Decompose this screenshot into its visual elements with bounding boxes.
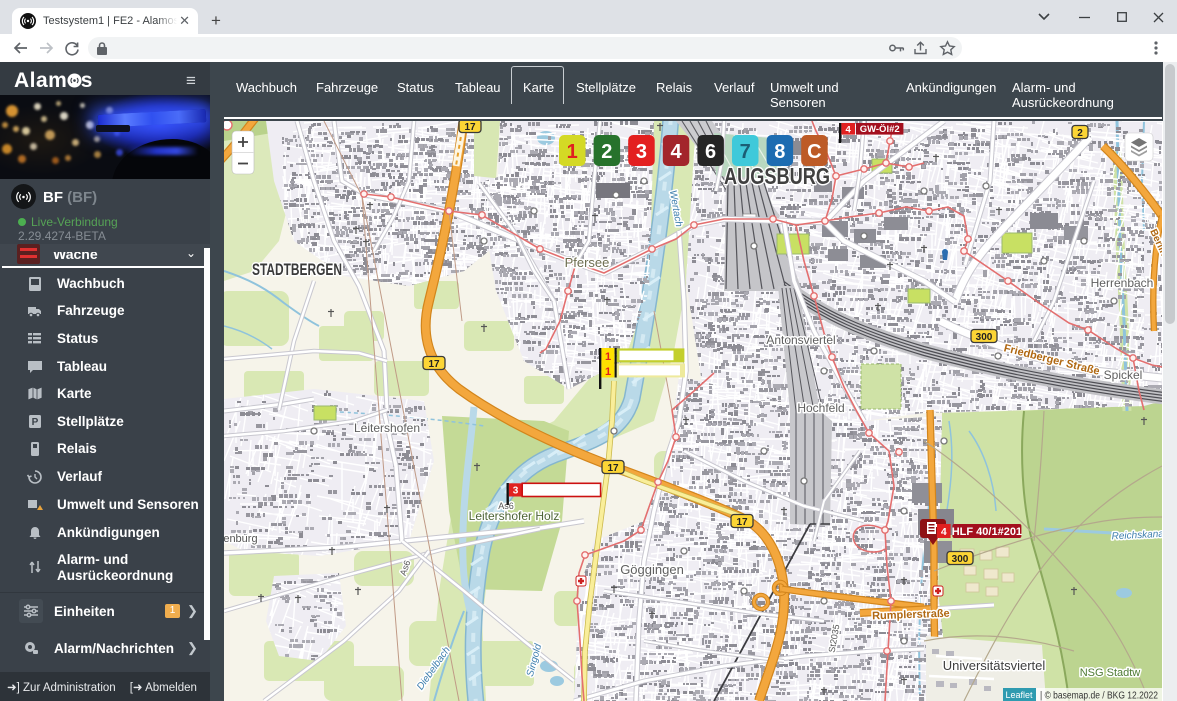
svg-text:GW-Öl#2: GW-Öl#2	[860, 124, 900, 135]
svg-text:4: 4	[846, 124, 852, 135]
svg-text:7: 7	[740, 141, 751, 163]
svg-text:NSG Stadtw: NSG Stadtw	[1080, 667, 1141, 679]
svg-text:8: 8	[774, 141, 785, 163]
svg-text:STADTBERGEN: STADTBERGEN	[252, 260, 342, 279]
svg-text:17: 17	[607, 463, 619, 474]
svg-text:17: 17	[428, 359, 440, 370]
svg-text:Leitershofen: Leitershofen	[354, 421, 420, 435]
svg-text:Spickel: Spickel	[1104, 368, 1143, 382]
svg-text:AUGSBURG: AUGSBURG	[724, 163, 830, 189]
svg-text:As6: As6	[498, 501, 514, 511]
svg-text:300: 300	[976, 332, 993, 343]
svg-text:17: 17	[736, 517, 748, 528]
svg-text:HLF 40/1#201: HLF 40/1#201	[952, 526, 1022, 538]
svg-text:Hochfeld: Hochfeld	[797, 401, 844, 415]
svg-text:Leitershofer Holz: Leitershofer Holz	[469, 509, 560, 523]
svg-text:Leaflet: Leaflet	[1005, 690, 1033, 700]
svg-text:4: 4	[670, 141, 682, 163]
svg-text:3: 3	[513, 486, 519, 497]
svg-text:3: 3	[636, 141, 647, 163]
svg-text:Herrenbach: Herrenbach	[1091, 276, 1154, 290]
svg-text:C: C	[807, 141, 821, 163]
svg-text:llenburg: llenburg	[224, 533, 258, 545]
svg-text:Universitätsviertel: Universitätsviertel	[943, 658, 1046, 673]
svg-text:1: 1	[567, 141, 578, 163]
svg-text:| © basemap.de / BKG 12.2022: | © basemap.de / BKG 12.2022	[1040, 691, 1158, 701]
svg-text:Göggingen: Göggingen	[620, 562, 684, 577]
svg-text:17: 17	[464, 122, 476, 133]
svg-text:4: 4	[941, 526, 947, 538]
svg-text:1: 1	[605, 366, 611, 378]
svg-text:2: 2	[601, 141, 612, 163]
svg-text:2: 2	[1077, 128, 1083, 139]
svg-text:P: P	[32, 417, 39, 428]
svg-text:300: 300	[952, 554, 969, 565]
svg-text:Pfersee: Pfersee	[565, 255, 610, 270]
svg-text:Antonsviertel: Antonsviertel	[766, 333, 835, 347]
svg-text:6: 6	[705, 141, 716, 163]
svg-text:1: 1	[605, 351, 611, 363]
